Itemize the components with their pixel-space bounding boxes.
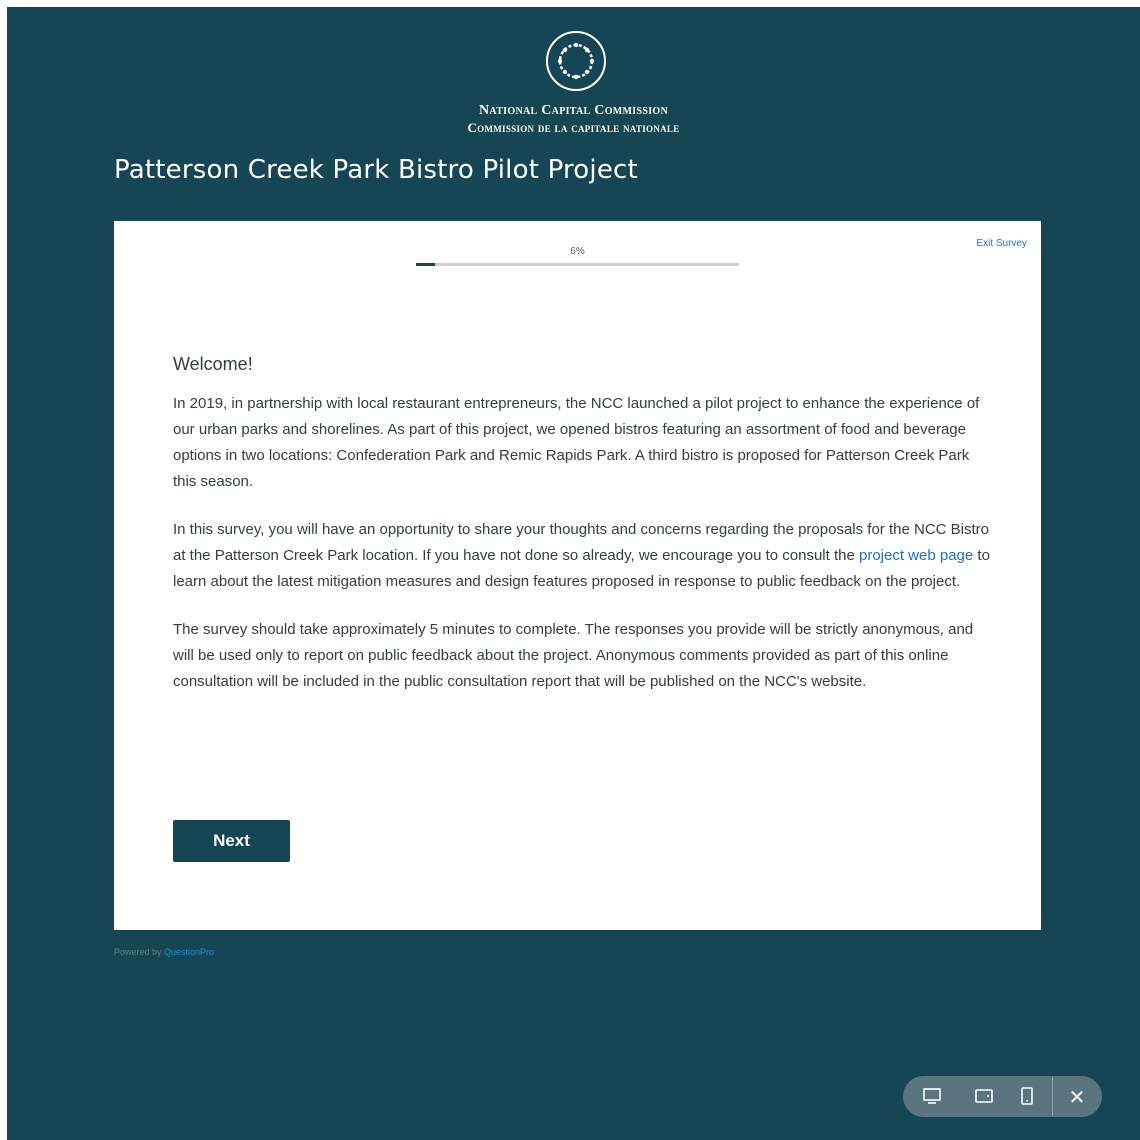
- project-web-page-link[interactable]: project web page: [859, 547, 973, 564]
- desktop-icon[interactable]: [921, 1086, 943, 1106]
- exit-survey-link[interactable]: Exit Survey: [976, 238, 1027, 249]
- close-icon[interactable]: ✕: [1065, 1085, 1089, 1109]
- progress-bar: [416, 263, 739, 266]
- intro-paragraph-2: In this survey, you will have an opportu…: [173, 517, 993, 595]
- ncc-logo-icon: [545, 30, 607, 92]
- org-name-french: Commission de la capitale nationale: [467, 120, 680, 135]
- progress-bar-fill: [416, 263, 436, 266]
- questionpro-link[interactable]: QuestionPro: [164, 947, 214, 957]
- device-preview-toolbar: ✕: [903, 1076, 1102, 1117]
- page-title: Patterson Creek Park Bistro Pilot Projec…: [114, 155, 638, 185]
- intro-paragraph-3: The survey should take approximately 5 m…: [173, 621, 974, 690]
- powered-by: Powered by QuestionPro: [114, 947, 214, 957]
- intro-paragraph-1: In 2019, in partnership with local resta…: [173, 395, 980, 490]
- next-button[interactable]: Next: [173, 820, 290, 862]
- welcome-heading: Welcome!: [173, 354, 253, 374]
- mobile-icon[interactable]: [1016, 1086, 1038, 1106]
- toolbar-divider: [1052, 1077, 1053, 1116]
- survey-intro: Welcome! In 2019, in partnership with lo…: [173, 351, 993, 717]
- powered-by-text: Powered by: [114, 947, 165, 957]
- page-background: National Capital Commission Commission d…: [7, 7, 1140, 1140]
- tablet-icon[interactable]: [973, 1086, 995, 1106]
- progress-percent-label: 6%: [570, 246, 585, 257]
- survey-card: 6% Exit Survey Welcome! In 2019, in part…: [114, 221, 1041, 930]
- org-name-english: National Capital Commission: [479, 103, 668, 118]
